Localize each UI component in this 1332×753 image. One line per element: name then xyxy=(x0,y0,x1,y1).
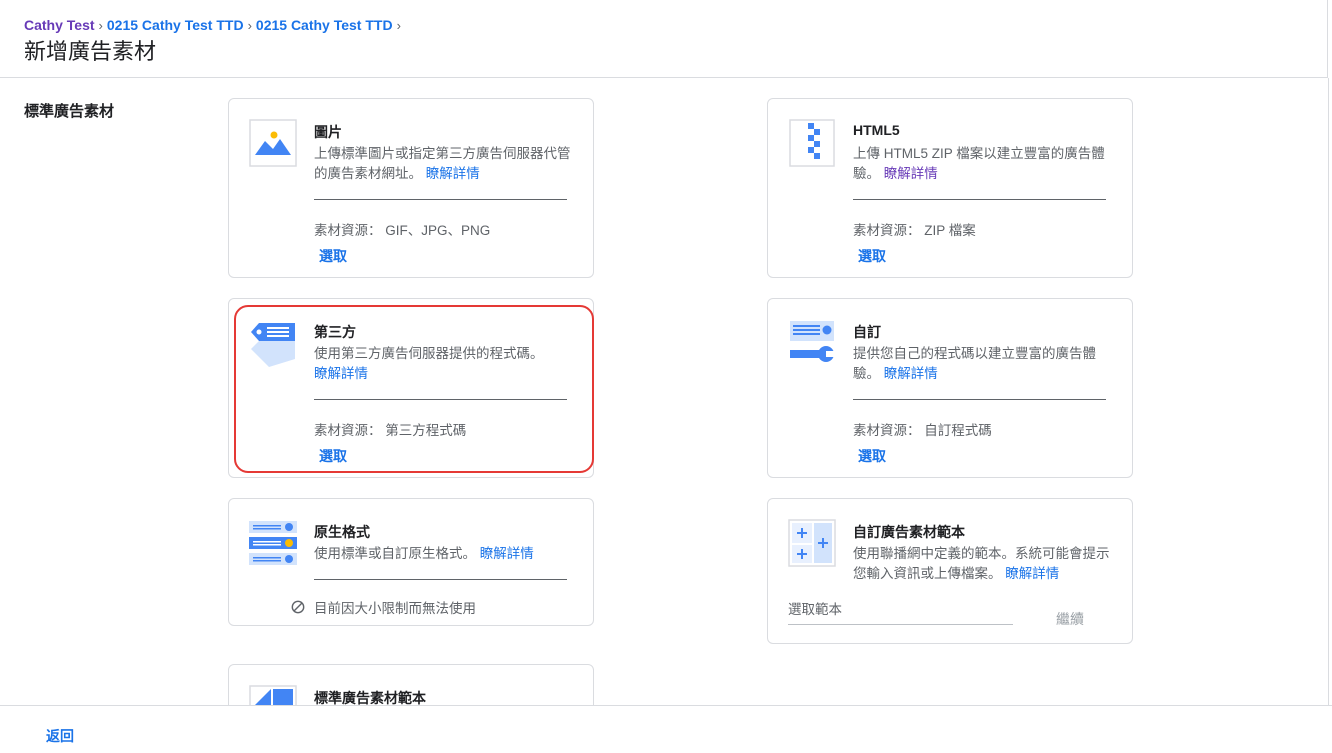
breadcrumb: Cathy Test › 0215 Cathy Test TTD › 0215 … xyxy=(24,17,405,33)
divider xyxy=(853,399,1106,400)
chevron-right-icon: › xyxy=(396,17,401,33)
chevron-right-icon: › xyxy=(98,17,103,33)
card-description: 使用聯播網中定義的範本。系統可能會提示您輸入資訊或上傳檔案。 瞭解詳情 xyxy=(853,546,1110,581)
section-label: 標準廣告素材 xyxy=(24,103,115,120)
card-title: 圖片 xyxy=(314,124,342,140)
native-list-icon xyxy=(249,521,297,565)
page-title: 新增廣告素材 xyxy=(24,40,157,65)
card-image: 圖片 上傳標準圖片或指定第三方廣告伺服器代管的廣告素材網址。 瞭解詳情 素材資源… xyxy=(228,98,594,278)
highlight-outline xyxy=(234,305,594,473)
card-html5: HTML5 上傳 HTML5 ZIP 檔案以建立豐富的廣告體驗。 瞭解詳情 素材… xyxy=(767,98,1133,278)
card-description: 使用標準或自訂原生格式。 瞭解詳情 xyxy=(314,546,534,561)
standard-template-icon xyxy=(249,685,297,705)
card-title: 自訂廣告素材範本 xyxy=(853,524,965,540)
learn-more-link[interactable]: 瞭解詳情 xyxy=(426,166,480,181)
card-description: 上傳 HTML5 ZIP 檔案以建立豐富的廣告體驗。 瞭解詳情 xyxy=(853,146,1105,181)
template-plus-icon xyxy=(788,519,836,567)
asset-source: 素材資源： GIF、JPG、PNG xyxy=(314,223,491,238)
back-button[interactable]: 返回 xyxy=(46,726,74,746)
content-area: 標準廣告素材 圖片 上傳標準圖片或指定第三方廣告伺服器代管的廣告素材網址。 瞭解… xyxy=(0,78,1328,705)
asset-source: 素材資源： ZIP 檔案 xyxy=(853,223,976,238)
card-custom-template: 自訂廣告素材範本 使用聯播網中定義的範本。系統可能會提示您輸入資訊或上傳檔案。 … xyxy=(767,498,1133,644)
learn-more-link[interactable]: 瞭解詳情 xyxy=(480,546,534,561)
card-description: 上傳標準圖片或指定第三方廣告伺服器代管的廣告素材網址。 瞭解詳情 xyxy=(314,146,571,181)
breadcrumb-item-line-item[interactable]: 0215 Cathy Test TTD xyxy=(256,17,393,33)
breadcrumb-item-order[interactable]: 0215 Cathy Test TTD xyxy=(107,17,244,33)
unavailable-note: 目前因大小限制而無法使用 xyxy=(291,597,476,617)
continue-button[interactable]: 繼續 xyxy=(1056,609,1084,629)
card-title: 原生格式 xyxy=(314,524,370,540)
card-title: 標準廣告素材範本 xyxy=(314,690,426,705)
card-title: 自訂 xyxy=(853,324,881,340)
learn-more-link[interactable]: 瞭解詳情 xyxy=(884,166,938,181)
divider xyxy=(314,199,567,200)
card-title: HTML5 xyxy=(853,122,900,138)
blocked-icon xyxy=(291,600,305,614)
select-custom-button[interactable]: 選取 xyxy=(858,446,886,466)
select-html5-button[interactable]: 選取 xyxy=(858,246,886,266)
card-description: 提供您自己的程式碼以建立豐富的廣告體驗。 瞭解詳情 xyxy=(853,346,1096,381)
learn-more-link[interactable]: 瞭解詳情 xyxy=(884,366,938,381)
card-custom: 自訂 提供您自己的程式碼以建立豐富的廣告體驗。 瞭解詳情 素材資源： 自訂程式碼… xyxy=(767,298,1133,478)
wrench-icon xyxy=(790,321,836,362)
content-border xyxy=(1328,78,1329,705)
chevron-right-icon: › xyxy=(247,17,252,33)
zip-file-icon xyxy=(789,119,835,167)
select-template-input[interactable] xyxy=(788,595,1013,625)
select-image-button[interactable]: 選取 xyxy=(319,246,347,266)
divider xyxy=(314,579,567,580)
image-icon xyxy=(249,119,297,167)
divider xyxy=(853,199,1106,200)
breadcrumb-item-advertiser[interactable]: Cathy Test xyxy=(24,17,95,33)
learn-more-link[interactable]: 瞭解詳情 xyxy=(1005,566,1059,581)
card-native: 原生格式 使用標準或自訂原生格式。 瞭解詳情 目前因大小限制而無法使用 xyxy=(228,498,594,626)
footer: 返回 xyxy=(0,705,1332,753)
card-standard-template: 標準廣告素材範本 xyxy=(228,664,594,705)
asset-source: 素材資源： 自訂程式碼 xyxy=(853,423,992,438)
page-header: Cathy Test › 0215 Cathy Test TTD › 0215 … xyxy=(0,0,1328,78)
